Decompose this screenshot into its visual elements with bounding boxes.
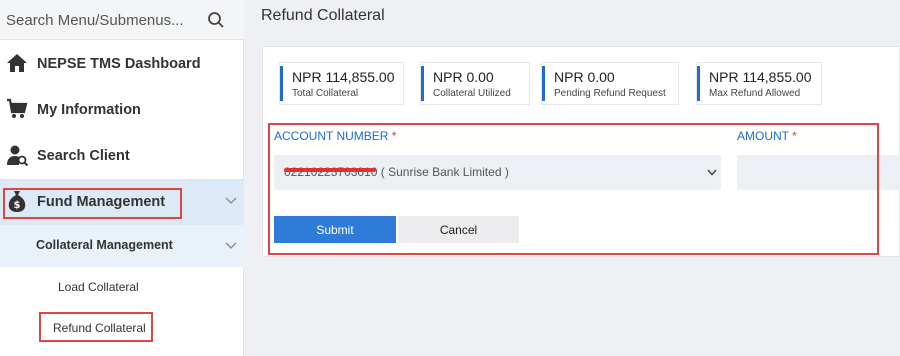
stat-total-collateral: NPR 114,855.00 Total Collateral — [279, 62, 404, 105]
field-label-text: AMOUNT — [737, 129, 789, 143]
sidebar: NEPSE TMS Dashboard My Information Searc… — [0, 0, 244, 356]
chevron-down-icon — [225, 197, 237, 204]
stat-label: Collateral Utilized — [433, 88, 511, 99]
sidebar-item-label: Fund Management — [37, 194, 166, 210]
sidebar-item-collateral-management[interactable]: Collateral Management — [0, 225, 244, 267]
search-bar — [0, 0, 244, 40]
user-search-icon — [7, 145, 29, 167]
stat-value: NPR 0.00 — [554, 69, 615, 85]
stat-value: NPR 114,855.00 — [709, 69, 812, 85]
stat-collateral-utilized: NPR 0.00 Collateral Utilized — [420, 62, 530, 105]
amount-label: AMOUNT * — [737, 129, 797, 143]
sidebar-item-label: NEPSE TMS Dashboard — [37, 56, 201, 72]
home-icon — [7, 54, 27, 72]
cancel-button[interactable]: Cancel — [398, 216, 519, 243]
cart-icon — [7, 98, 28, 118]
sidebar-item-my-information[interactable]: My Information — [0, 87, 244, 133]
stat-label: Max Refund Allowed — [709, 88, 801, 99]
stat-max-refund-allowed: NPR 114,855.00 Max Refund Allowed — [696, 62, 822, 105]
sidebar-item-label: Collateral Management — [36, 238, 173, 252]
required-marker: * — [792, 129, 797, 143]
submit-button[interactable]: Submit — [274, 216, 396, 243]
sidebar-item-label: My Information — [37, 102, 141, 118]
stat-label: Pending Refund Request — [554, 88, 666, 99]
sidebar-item-label: Refund Collateral — [53, 321, 146, 335]
field-label-text: ACCOUNT NUMBER — [274, 129, 389, 143]
chevron-down-icon — [225, 242, 237, 249]
account-number-label: ACCOUNT NUMBER * — [274, 129, 396, 143]
account-number-select[interactable]: 02210223703010 ( Sunrise Bank Limited ) — [274, 155, 721, 190]
stat-value: NPR 114,855.00 — [292, 69, 395, 85]
sidebar-item-label: Load Collateral — [58, 280, 139, 294]
search-icon[interactable] — [207, 11, 225, 29]
sidebar-item-fund-management[interactable]: $ Fund Management — [0, 179, 244, 225]
page-title: Refund Collateral — [261, 7, 385, 24]
money-bag-icon: $ — [8, 191, 26, 212]
sidebar-item-load-collateral[interactable]: Load Collateral — [0, 266, 244, 308]
amount-input[interactable] — [737, 155, 900, 190]
sidebar-item-search-client[interactable]: Search Client — [0, 133, 244, 179]
svg-text:$: $ — [14, 200, 21, 211]
redaction-mark — [284, 168, 376, 172]
sidebar-item-refund-collateral[interactable]: Refund Collateral — [0, 308, 244, 350]
sidebar-item-dashboard[interactable]: NEPSE TMS Dashboard — [0, 41, 244, 87]
chevron-down-icon — [707, 169, 717, 176]
stat-value: NPR 0.00 — [433, 69, 494, 85]
required-marker: * — [391, 129, 397, 143]
stat-label: Total Collateral — [292, 88, 359, 99]
stat-pending-refund-request: NPR 0.00 Pending Refund Request — [541, 62, 679, 105]
search-input[interactable] — [6, 9, 196, 31]
sidebar-item-label: Search Client — [37, 148, 130, 164]
